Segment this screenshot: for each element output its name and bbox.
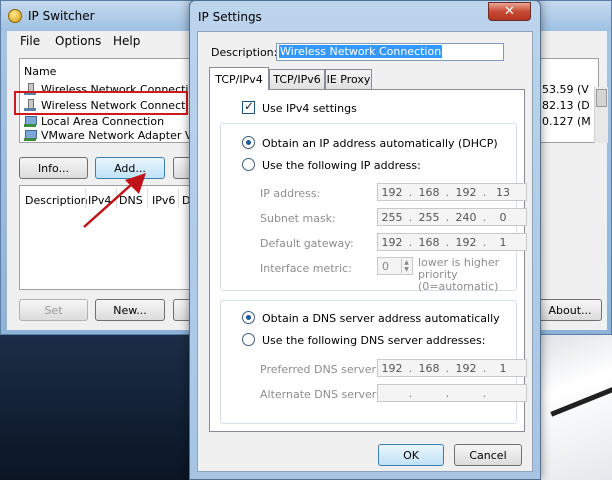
- ip-address-label: IP address:: [260, 187, 321, 200]
- column-header-ipv6[interactable]: IPv6: [152, 194, 175, 207]
- list-item-label: Local Area Connection: [41, 114, 165, 128]
- default-gateway-field[interactable]: 192. 168. 192. 1: [377, 233, 527, 251]
- ip-octet: 168: [418, 235, 440, 249]
- set-button[interactable]: Set: [19, 299, 88, 321]
- obtain-ip-auto-radio[interactable]: [242, 136, 255, 149]
- subnet-mask-label: Subnet mask:: [260, 212, 336, 225]
- list-item-value: 0.127 (M: [542, 115, 591, 128]
- highlight-annotation-box: [14, 91, 188, 115]
- tab-ie-proxy[interactable]: IE Proxy: [325, 69, 372, 89]
- ip-dot: .: [482, 386, 487, 400]
- obtain-dns-auto-label: Obtain a DNS server address automaticall…: [262, 312, 500, 325]
- ip-octet: 192: [381, 361, 403, 375]
- tab-tcp-ipv4[interactable]: TCP/IPv4: [209, 67, 269, 90]
- close-icon: ✕: [504, 4, 515, 19]
- obtain-ip-auto-label: Obtain an IP address automatically (DHCP…: [262, 137, 498, 150]
- ip-dot: .: [445, 386, 450, 400]
- new-button[interactable]: New...: [95, 299, 165, 321]
- dialog-client-area: Description: Wireless Network Connection…: [197, 31, 533, 472]
- alternate-dns-field[interactable]: . . .: [377, 384, 527, 402]
- use-ipv4-checkbox[interactable]: [242, 99, 255, 114]
- column-separator: [178, 188, 179, 208]
- column-header-description[interactable]: Description: [25, 194, 88, 207]
- menu-help[interactable]: Help: [113, 34, 140, 48]
- main-window-title: IP Switcher: [28, 9, 95, 23]
- ip-settings-dialog: IP Settings ✕ Description: Wireless Netw…: [189, 0, 541, 480]
- ip-octet: 255: [418, 210, 440, 224]
- use-following-ip-label: Use the following IP address:: [262, 159, 421, 172]
- ip-dot: .: [408, 361, 413, 375]
- interface-metric-label: Interface metric:: [260, 262, 352, 275]
- scrollbar-thumb[interactable]: [596, 89, 607, 107]
- list-scrollbar[interactable]: [594, 87, 608, 143]
- ip-dot: .: [408, 185, 413, 199]
- interface-metric-value: 0: [382, 260, 389, 273]
- interface-metric-hint: lower is higher priority (0=automatic): [418, 256, 500, 293]
- default-gateway-label: Default gateway:: [260, 237, 354, 250]
- menu-options[interactable]: Options: [55, 34, 101, 48]
- preferred-dns-label: Preferred DNS server:: [260, 363, 380, 376]
- ip-octet: 1: [499, 361, 507, 375]
- ip-octet: 192: [381, 185, 403, 199]
- ip-dot: .: [445, 185, 450, 199]
- app-icon: [8, 9, 22, 23]
- subnet-mask-field[interactable]: 255. 255. 240. 0: [377, 208, 527, 226]
- desktop-stroke: [550, 378, 612, 417]
- use-following-dns-radio[interactable]: [242, 333, 255, 346]
- dialog-title: IP Settings: [198, 10, 262, 24]
- tab-tcp-ipv6[interactable]: TCP/IPv6: [269, 69, 325, 89]
- interface-metric-stepper[interactable]: 0 ▲ ▼: [377, 257, 413, 275]
- ip-octet: 0: [499, 210, 507, 224]
- spin-down-icon[interactable]: ▼: [401, 266, 411, 273]
- ip-address-field[interactable]: 192. 168. 192. 13: [377, 183, 527, 201]
- description-label: Description:: [211, 46, 278, 59]
- close-button[interactable]: ✕: [488, 2, 531, 21]
- ip-dot: .: [482, 185, 487, 199]
- use-ipv4-label: Use IPv4 settings: [262, 102, 357, 115]
- ip-octet: 168: [418, 185, 440, 199]
- ip-dot: .: [445, 210, 450, 224]
- ip-octet: 192: [455, 185, 477, 199]
- ip-dot: .: [408, 235, 413, 249]
- annotation-arrow: [83, 173, 146, 228]
- ip-octet: 13: [496, 185, 510, 199]
- list-item[interactable]: Local Area Connection: [24, 113, 164, 129]
- alternate-dns-label: Alternate DNS server:: [260, 388, 380, 401]
- ip-dot: .: [408, 210, 413, 224]
- ip-octet: 1: [499, 235, 507, 249]
- ip-dot: .: [482, 210, 487, 224]
- ip-octet: 192: [381, 235, 403, 249]
- ip-dot: .: [408, 386, 413, 400]
- about-button[interactable]: About...: [538, 299, 602, 321]
- ip-dot: .: [445, 235, 450, 249]
- use-following-ip-radio[interactable]: [242, 158, 255, 171]
- ip-dot: .: [482, 235, 487, 249]
- menu-file[interactable]: File: [20, 34, 40, 48]
- ip-dot: .: [445, 361, 450, 375]
- ip-octet: 240: [455, 210, 477, 224]
- desktop-background-right: [540, 325, 612, 480]
- cancel-button[interactable]: Cancel: [454, 444, 522, 466]
- obtain-dns-auto-radio[interactable]: [242, 311, 255, 324]
- list-item-value: 82.13 (D: [542, 99, 590, 112]
- lan-adapter-icon: [24, 129, 37, 141]
- lan-adapter-icon: [24, 115, 37, 127]
- description-input[interactable]: Wireless Network Connection: [276, 43, 504, 61]
- tcp-ipv4-panel: Use IPv4 settings Obtain an IP address a…: [209, 89, 527, 432]
- spin-up-icon[interactable]: ▲: [401, 259, 411, 266]
- ip-octet: 168: [418, 361, 440, 375]
- ip-octet: 255: [381, 210, 403, 224]
- list-item-value: 53.59 (V: [542, 83, 589, 96]
- preferred-dns-field[interactable]: 192. 168. 192. 1: [377, 359, 527, 377]
- ip-dot: .: [482, 361, 487, 375]
- description-value: Wireless Network Connection: [279, 45, 443, 58]
- ip-octet: 192: [455, 361, 477, 375]
- info-button[interactable]: Info...: [19, 157, 88, 179]
- list-header-name[interactable]: Name: [24, 65, 56, 78]
- use-following-dns-label: Use the following DNS server addresses:: [262, 334, 486, 347]
- ok-button[interactable]: OK: [378, 444, 444, 466]
- ip-octet: 192: [455, 235, 477, 249]
